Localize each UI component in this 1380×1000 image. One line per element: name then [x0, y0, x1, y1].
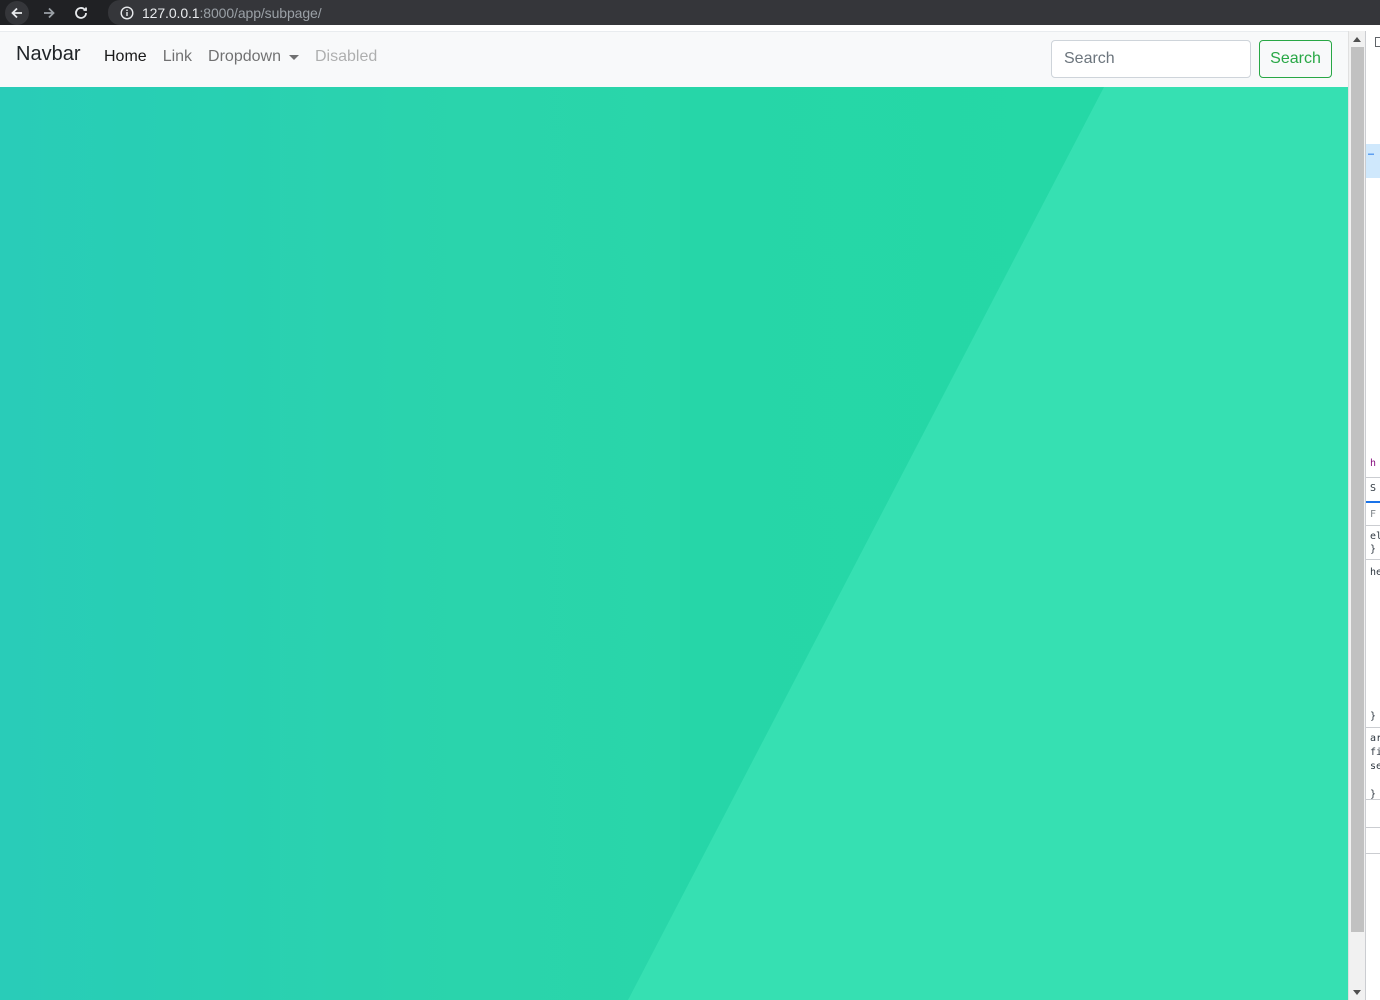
- nav-link-home[interactable]: Home: [104, 48, 147, 66]
- devtools-tab[interactable]: S: [1370, 483, 1376, 494]
- ellipsis-icon[interactable]: …: [1368, 147, 1374, 158]
- url-text: 127.0.0.1:8000/app/subpage/: [142, 4, 322, 21]
- devtools-fragment: el: [1370, 531, 1380, 542]
- url-path: :8000/app/subpage/: [199, 4, 322, 21]
- navbar-brand[interactable]: Navbar: [16, 43, 80, 66]
- hero-background: [0, 87, 1348, 1000]
- devtools-filter[interactable]: F: [1370, 509, 1376, 520]
- devtools-panel: … h S F el } he } ar fi se }: [1365, 31, 1380, 1000]
- devtools-divider: [1366, 727, 1380, 728]
- devtools-divider: [1366, 799, 1380, 800]
- arrow-right-icon: [44, 7, 55, 18]
- devtools-fragment: se: [1370, 761, 1380, 772]
- devtools-toggle-icon[interactable]: [1375, 37, 1380, 47]
- reload-button[interactable]: [65, 0, 97, 25]
- devtools-divider: [1366, 559, 1380, 560]
- browser-toolbar: 127.0.0.1:8000/app/subpage/: [0, 0, 1380, 25]
- page-viewport: Navbar Home Link Dropdown Disabled Searc…: [0, 25, 1348, 1000]
- nav-dropdown[interactable]: Dropdown: [208, 48, 299, 66]
- devtools-tab-indicator: [1366, 501, 1380, 503]
- forward-button[interactable]: [33, 0, 65, 25]
- devtools-divider: [1366, 853, 1380, 854]
- search-button[interactable]: Search: [1259, 40, 1332, 78]
- hero-diagonal-shape: [628, 87, 1348, 1000]
- nav-dropdown-label: Dropdown: [208, 48, 281, 65]
- back-button[interactable]: [5, 0, 29, 25]
- devtools-divider: [1366, 827, 1380, 828]
- caret-down-icon: [288, 54, 299, 60]
- devtools-fragment: fi: [1370, 747, 1380, 758]
- devtools-divider: [1366, 525, 1380, 526]
- nav-links: Home Link Dropdown Disabled: [104, 48, 393, 66]
- devtools-divider: [1366, 477, 1380, 478]
- scrollbar-thumb[interactable]: [1351, 47, 1364, 932]
- address-bar[interactable]: 127.0.0.1:8000/app/subpage/: [108, 0, 1380, 25]
- devtools-fragment: }: [1370, 544, 1377, 555]
- scroll-down-icon[interactable]: [1353, 990, 1361, 995]
- reload-icon: [75, 6, 87, 19]
- devtools-fragment: ar: [1370, 733, 1380, 744]
- arrow-left-icon: [11, 7, 22, 18]
- scroll-up-icon[interactable]: [1353, 37, 1361, 42]
- navbar: Navbar Home Link Dropdown Disabled Searc…: [0, 31, 1348, 87]
- devtools-fragment: }: [1370, 711, 1377, 722]
- url-host: 127.0.0.1: [142, 4, 200, 21]
- nav-link-link[interactable]: Link: [163, 48, 192, 66]
- info-icon[interactable]: [120, 5, 134, 20]
- devtools-fragment: h: [1370, 458, 1377, 469]
- devtools-fragment: he: [1370, 567, 1380, 578]
- vertical-scrollbar[interactable]: [1348, 31, 1365, 1000]
- nav-link-disabled: Disabled: [314, 48, 378, 65]
- search-input[interactable]: [1051, 40, 1251, 78]
